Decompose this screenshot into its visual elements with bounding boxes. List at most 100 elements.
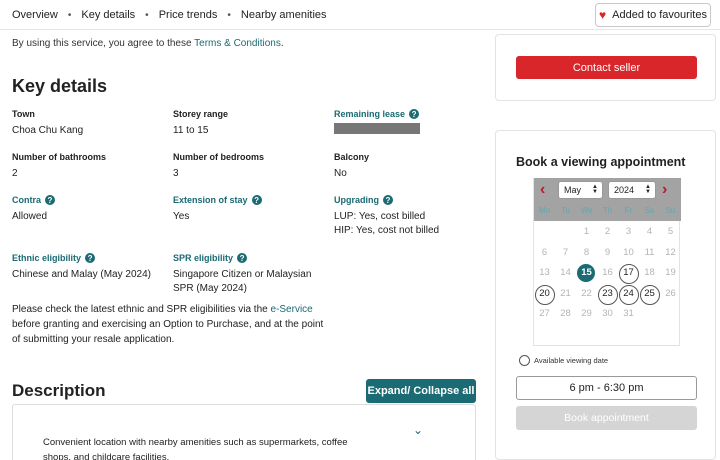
day-of-week: Fr <box>624 206 633 215</box>
calendar-week: 20 21 22 23 24 25 26 <box>534 284 681 305</box>
day-number: 31 <box>623 308 634 320</box>
day-number: 2 <box>604 226 611 238</box>
tab-nearby-amenities[interactable]: Nearby amenities <box>241 9 327 21</box>
calendar-week: 6 7 8 9 10 11 12 <box>534 243 681 264</box>
favourite-label: Added to favourites <box>612 9 707 21</box>
tab-price-trends[interactable]: Price trends <box>159 9 218 21</box>
terms-link[interactable]: Terms & Conditions <box>194 38 281 49</box>
expand-collapse-button[interactable]: Expand/ Collapse all <box>366 379 476 403</box>
day-number: 12 <box>665 246 676 258</box>
field-town: Town Choa Chu Kang <box>12 109 83 138</box>
day-number: 21 <box>560 287 571 299</box>
description-heading: Description <box>12 381 106 400</box>
day-number: 3 <box>625 226 632 238</box>
upgrading-label: Upgrading <box>334 195 379 205</box>
calendar-week: 1 2 3 4 5 <box>534 222 681 243</box>
calendar-day-available[interactable]: 23 <box>597 284 618 305</box>
field-contra: Contra? Allowed <box>12 195 55 224</box>
ethnic-label: Ethnic eligibility <box>12 253 82 263</box>
days-of-week: Mo Tu We Th Fr Sa Su <box>534 206 681 215</box>
key-details-heading: Key details <box>12 76 108 96</box>
e-service-link[interactable]: e-Service <box>270 304 312 315</box>
day-number: 6 <box>541 246 548 258</box>
upgrading-hip: HIP: Yes, cost not billed <box>334 225 440 236</box>
day-number: 30 <box>602 308 613 320</box>
calendar-day-available[interactable]: 25 <box>639 284 660 305</box>
time-slot-select[interactable]: 6 pm - 6:30 pm <box>516 376 697 400</box>
help-icon[interactable]: ? <box>237 253 248 263</box>
field-label: Number of bathrooms <box>12 152 107 162</box>
tab-overview[interactable]: Overview <box>12 9 58 21</box>
tab-separator: • <box>227 9 231 21</box>
field-label: Remaining lease? <box>334 109 420 119</box>
calendar-day: 13 <box>534 264 555 282</box>
terms-notice: By using this service, you agree to thes… <box>12 38 284 49</box>
note-text: Please check the latest ethnic and SPR e… <box>12 304 271 315</box>
calendar-day: 11 <box>639 244 660 262</box>
calendar-day: 7 <box>555 244 576 262</box>
help-icon[interactable]: ? <box>45 195 55 205</box>
day-of-week: Mo <box>538 206 551 215</box>
day-number: 1 <box>583 226 590 238</box>
field-label: Town <box>12 109 35 119</box>
field-value: 11 to 15 <box>173 125 209 136</box>
eligibility-note: Please check the latest ethnic and SPR e… <box>12 302 332 347</box>
help-icon[interactable]: ? <box>251 195 262 205</box>
day-number: 8 <box>583 246 590 258</box>
calendar-day-available[interactable]: 20 <box>534 284 555 305</box>
tab-key-details[interactable]: Key details <box>81 9 135 21</box>
day-of-week: Tu <box>560 206 571 215</box>
help-icon[interactable]: ? <box>85 253 96 263</box>
year-select[interactable]: 2024 ▲ ▼ <box>608 181 656 199</box>
lease-label: Remaining lease <box>334 109 406 119</box>
day-number: 9 <box>604 246 611 258</box>
upgrading-lup: LUP: Yes, cost billed <box>334 211 426 222</box>
calendar-day-today: 15 <box>576 264 597 283</box>
field-ethnic-eligibility: Ethnic eligibility? Chinese and Malay (M… <box>12 253 151 282</box>
calendar-week: 13 14 15 16 17 18 19 <box>534 263 681 285</box>
calendar-day: 3 <box>618 223 639 241</box>
calendar-day-available[interactable]: 24 <box>618 284 639 305</box>
help-icon[interactable]: ? <box>383 195 393 205</box>
calendar-day: 22 <box>576 285 597 303</box>
legend-label: Available viewing date <box>534 356 609 365</box>
chevron-right-icon[interactable]: › <box>662 181 667 199</box>
contact-seller-button[interactable]: Contact seller <box>516 56 697 79</box>
day-number: 7 <box>562 246 569 258</box>
contra-label: Contra <box>12 195 41 205</box>
day-number: 23 <box>602 287 613 299</box>
day-number: 27 <box>539 308 550 320</box>
calendar-day: 29 <box>576 305 597 323</box>
top-nav: Overview • Key details • Price trends • … <box>0 0 720 30</box>
field-value: LUP: Yes, cost billed HIP: Yes, cost not … <box>334 210 439 238</box>
field-label: Balcony <box>334 152 370 162</box>
calendar: ‹ May ▲ ▼ 2024 ▲ ▼ › Mo Tu We Th Fr Sa Su 12345678… <box>533 178 681 346</box>
book-appointment-button[interactable]: Book appointment <box>516 406 697 430</box>
select-arrows-icon: ▲ ▼ <box>592 184 598 195</box>
field-storey-range: Storey range 11 to 15 <box>173 109 228 138</box>
terms-text: By using this service, you agree to thes… <box>12 38 195 49</box>
chevron-down-icon[interactable]: ⌄ <box>413 423 423 437</box>
field-value: Yes <box>173 211 190 222</box>
day-number: 20 <box>539 287 550 299</box>
calendar-empty-cell <box>534 223 555 241</box>
calendar-day: 1 <box>576 223 597 241</box>
day-number: 5 <box>667 226 674 238</box>
help-icon[interactable]: ? <box>409 109 420 119</box>
day-of-week: Su <box>665 206 676 215</box>
month-select[interactable]: May ▲ ▼ <box>558 181 603 199</box>
calendar-empty-cell <box>639 305 660 323</box>
calendar-day: 19 <box>660 264 681 282</box>
chevron-left-icon[interactable]: ‹ <box>540 181 545 199</box>
day-number: 10 <box>623 246 634 258</box>
calendar-day: 8 <box>576 244 597 262</box>
day-number: 29 <box>581 308 592 320</box>
field-label: Ethnic eligibility? <box>12 253 151 263</box>
favourite-button[interactable]: ♥ Added to favourites <box>595 3 711 27</box>
field-remaining-lease: Remaining lease? <box>334 109 420 134</box>
day-number: 13 <box>539 267 550 279</box>
calendar-day-available[interactable]: 17 <box>618 264 639 285</box>
day-number: 28 <box>560 308 571 320</box>
description-text: Convenient location with nearby amenitie… <box>43 437 348 460</box>
calendar-day: 27 <box>534 305 555 323</box>
